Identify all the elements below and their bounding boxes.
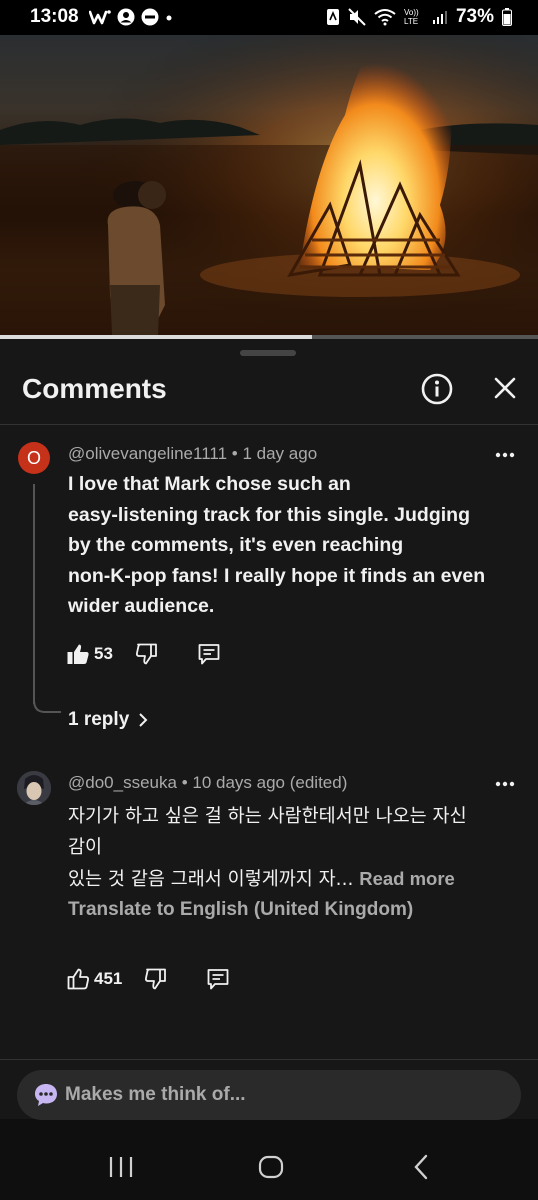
like-button[interactable]: 451 [66, 967, 122, 991]
compose-divider [0, 1059, 538, 1060]
status-time: 13:08 [30, 6, 79, 27]
avatar-image [17, 771, 51, 805]
reply-button[interactable] [206, 967, 230, 991]
info-icon[interactable] [421, 373, 453, 405]
comment-line: non-K-pop fans! I really hope it finds a… [68, 564, 486, 587]
comment-line: easy-listening track for this single. Ju… [68, 503, 470, 526]
sheet-title: Comments [22, 373, 167, 404]
network-type-label: Vo)) LTE [403, 8, 419, 26]
battery-percentage: 73% [455, 6, 494, 27]
comment-author[interactable]: @olivevangeline1111 [68, 444, 227, 463]
system-navigation-bar [0, 1130, 538, 1200]
recent-apps-icon[interactable] [106, 1152, 136, 1182]
sheet-drag-handle[interactable] [240, 350, 296, 356]
comments-sheet: Comments O @olivevangeline1111 • 1 day a… [0, 339, 538, 1119]
nfc-icon [326, 9, 339, 25]
compose-placeholder: Makes me think of... [65, 1084, 246, 1105]
comment-line: wider audience. [68, 595, 215, 617]
sheet-header-divider [0, 424, 538, 425]
chat-bubble-icon [35, 1084, 57, 1106]
comment-line: 자기가 하고 싶은 걸 하는 사람한테서만 나오는 자신 [68, 806, 467, 827]
add-comment-input[interactable]: Makes me think of... [17, 1070, 521, 1120]
account-circle-icon [117, 8, 135, 26]
wifi-icon [374, 9, 396, 26]
meta-separator: • [181, 773, 193, 792]
comment-author[interactable]: @do0_sseuka [68, 773, 177, 792]
dot-icon [166, 15, 172, 21]
like-count: 451 [94, 969, 123, 988]
comment-actions: 451 [66, 967, 252, 991]
replies-label: 1 reply [68, 709, 130, 730]
comment-reply-icon [198, 644, 220, 665]
do-not-disturb-icon [141, 8, 159, 26]
home-icon[interactable] [256, 1152, 286, 1182]
more-options-icon[interactable] [494, 777, 516, 791]
comment-actions: 53 [66, 642, 243, 666]
thumbs-down-icon [135, 643, 157, 665]
close-icon[interactable] [490, 373, 520, 403]
like-count: 53 [94, 644, 113, 663]
back-icon[interactable] [407, 1152, 437, 1182]
translate-link[interactable]: Translate to English (United Kingdom) [68, 899, 413, 921]
thread-curve [33, 700, 61, 713]
meta-separator: • [231, 444, 243, 463]
battery-icon [502, 8, 512, 26]
comment-item: @do0_sseuka • 10 days ago (edited) 자기가 하… [0, 771, 538, 1031]
status-system-icons: Vo)) LTE 73% [326, 6, 512, 28]
status-notification-icons [89, 8, 173, 26]
read-more-link[interactable]: Read more [359, 868, 455, 889]
view-replies-button[interactable]: 1 reply [68, 709, 149, 731]
comment-item: O @olivevangeline1111 • 1 day ago I love… [0, 442, 538, 742]
signal-icon [432, 11, 447, 24]
reply-thread-line [33, 484, 35, 704]
dislike-button[interactable] [144, 967, 168, 991]
comment-line-with-read-more: 있는 것 같음 그래서 이렇게까지 자... Read more [68, 863, 513, 895]
more-options-icon[interactable] [494, 448, 516, 462]
comment-reply-icon [207, 969, 229, 990]
video-player[interactable] [0, 35, 538, 335]
comment-line: 있는 것 같음 그래서 이렇게까지 자... [68, 869, 354, 890]
comment-text: 자기가 하고 싶은 걸 하는 사람한테서만 나오는 자신 감이 있는 것 같음 … [68, 801, 513, 895]
chevron-right-icon [139, 713, 148, 727]
comment-line: by the comments, it's even reaching [68, 534, 404, 556]
like-button[interactable]: 53 [66, 642, 113, 666]
comment-text: I love that Mark chose such an easy-list… [68, 469, 513, 622]
thumbs-down-icon [145, 968, 167, 990]
comment-time: 1 day ago [242, 444, 318, 463]
thumbs-up-icon [67, 968, 89, 990]
mute-icon [348, 8, 366, 26]
comment-line: 감이 [68, 837, 103, 858]
video-frame-image [0, 35, 538, 335]
dislike-button[interactable] [135, 642, 159, 666]
notification-w-icon [89, 10, 111, 25]
thumbs-up-filled-icon [67, 644, 89, 664]
comment-meta: @olivevangeline1111 • 1 day ago [68, 444, 317, 464]
avatar[interactable]: O [18, 442, 50, 474]
avatar[interactable] [17, 771, 51, 805]
status-bar: 13:08 Vo)) LTE 73% [0, 0, 538, 35]
comment-time: 10 days ago (edited) [192, 773, 348, 792]
comment-line: I love that Mark chose such an [68, 473, 351, 495]
comment-meta: @do0_sseuka • 10 days ago (edited) [68, 773, 347, 793]
reply-button[interactable] [197, 642, 221, 666]
